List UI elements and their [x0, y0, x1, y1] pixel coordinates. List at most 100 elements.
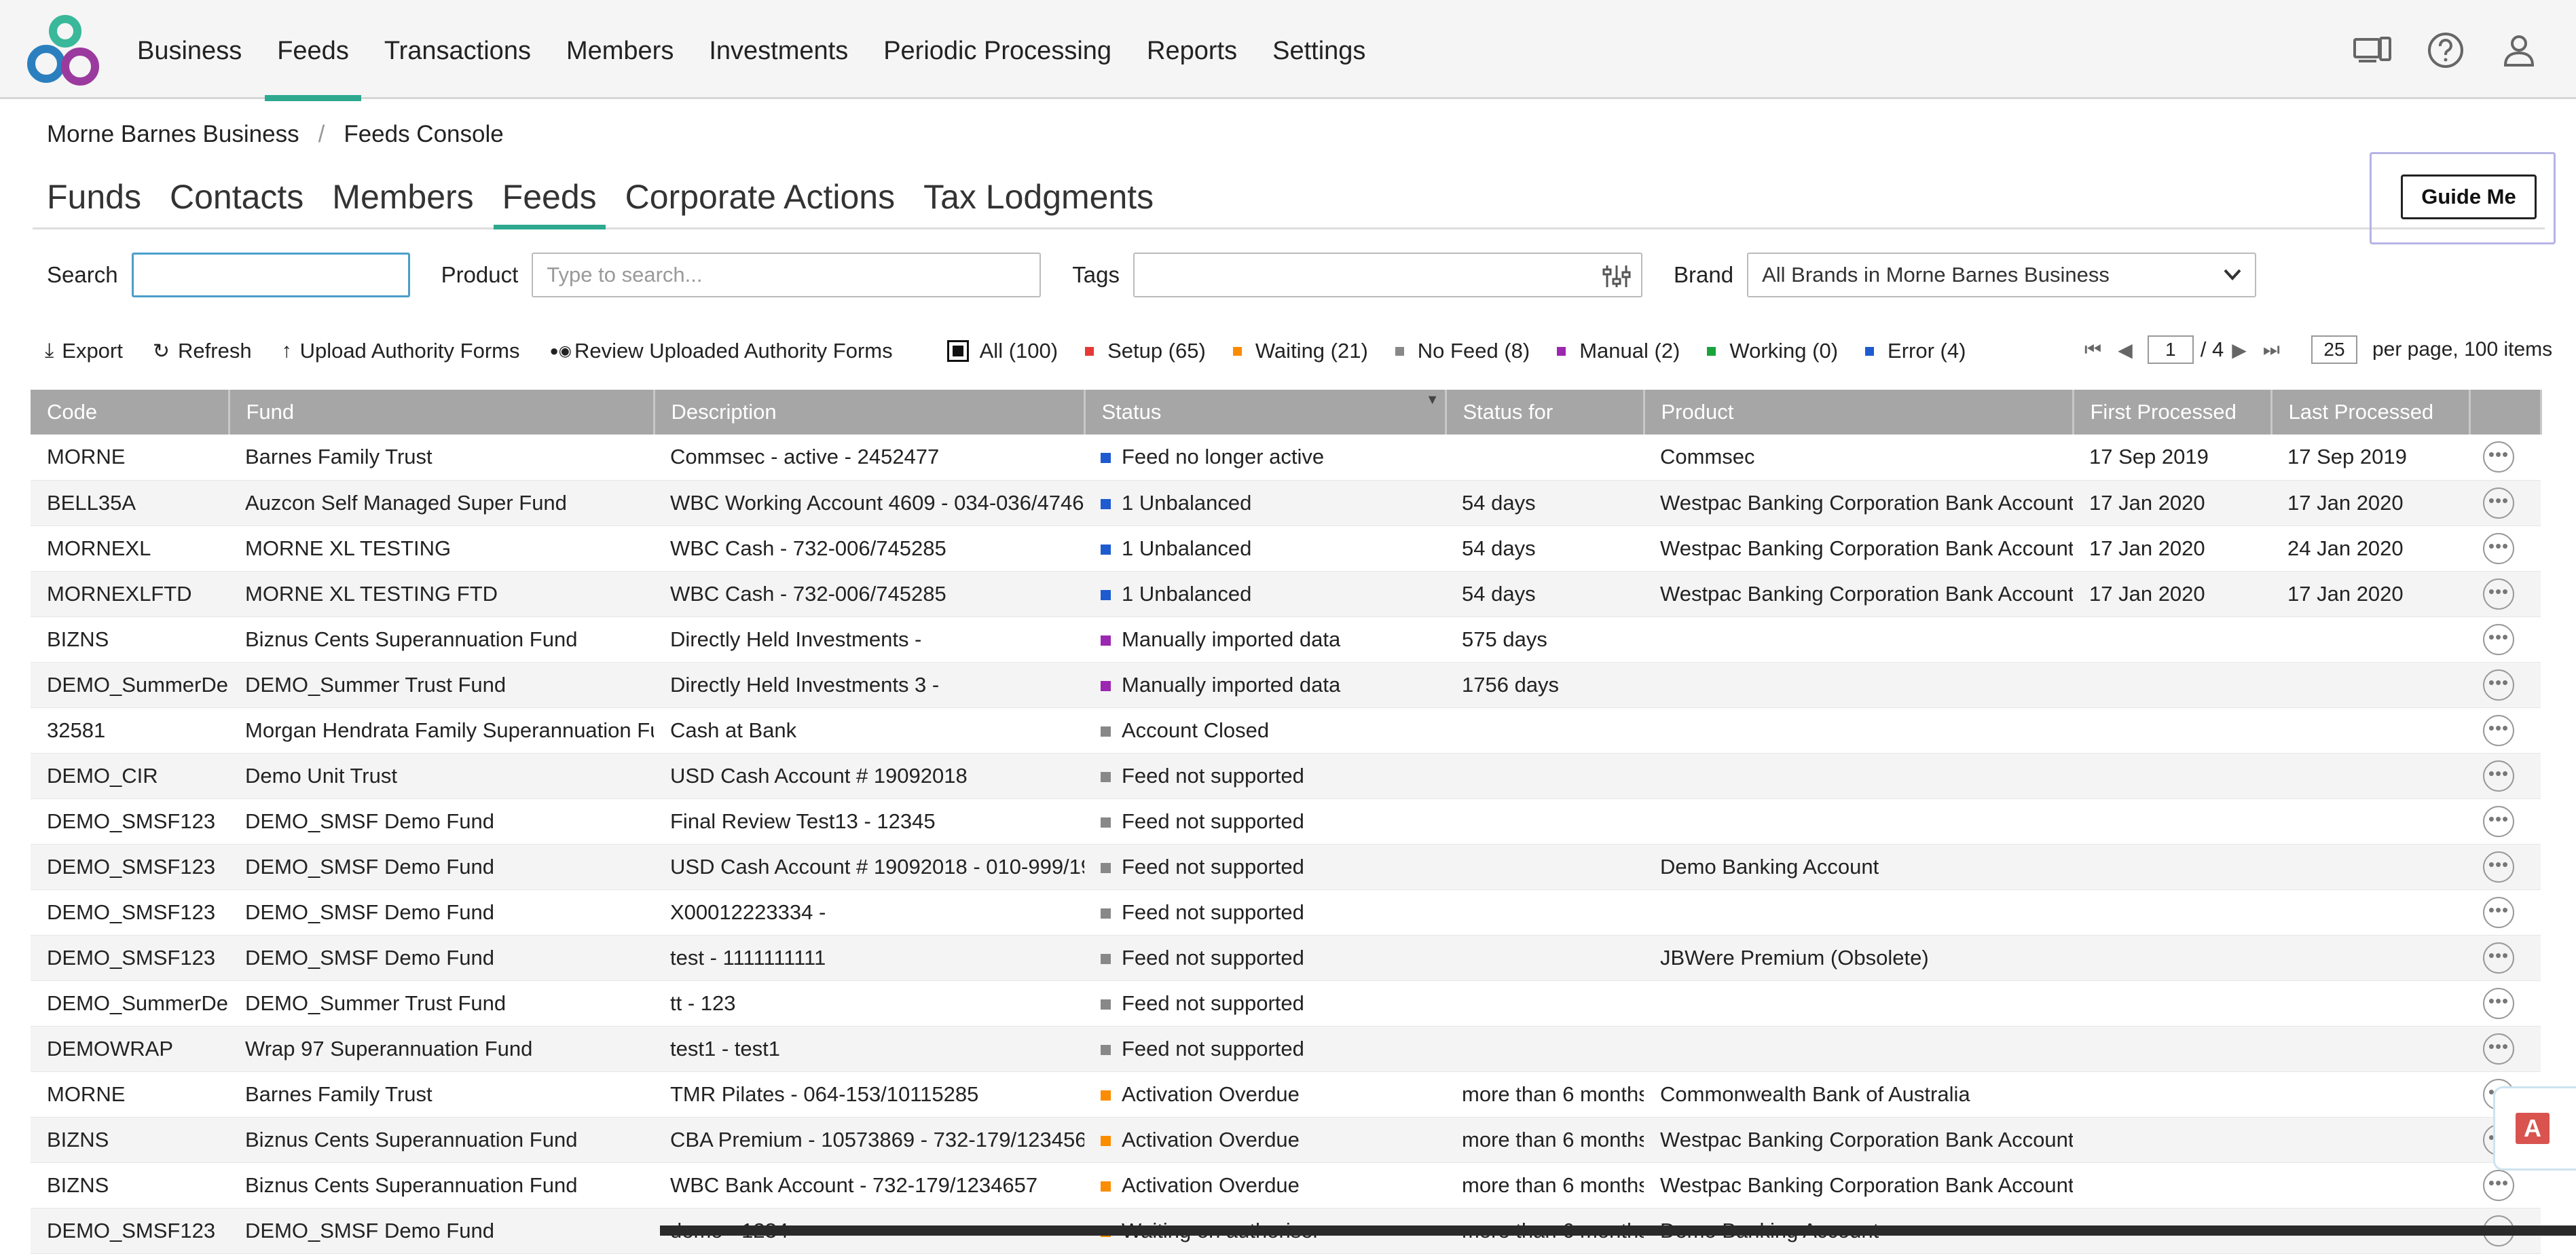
more-options-icon[interactable]: ••• — [2483, 805, 2514, 837]
nav-investments[interactable]: Investments — [691, 0, 866, 99]
status-text: 1 Unbalanced — [1122, 490, 1252, 515]
column-header-status[interactable]: Status ▼ — [1084, 390, 1447, 435]
search-input[interactable] — [131, 253, 410, 297]
nav-business[interactable]: Business — [119, 0, 259, 99]
brand-select-value: All Brands in Morne Barnes Business — [1762, 263, 2110, 287]
filter-settings-icon[interactable] — [1602, 262, 1632, 304]
breadcrumb-root[interactable]: Morne Barnes Business — [47, 121, 299, 147]
help-icon[interactable] — [2425, 30, 2466, 71]
cell-last — [2271, 1026, 2469, 1072]
column-header-last-processed[interactable]: Last Processed — [2271, 390, 2471, 435]
table-row[interactable]: BIZNS Biznus Cents Superannuation Fund WBC… — [31, 1162, 2541, 1209]
first-page-icon[interactable]: ⏮ — [2084, 339, 2101, 361]
tab-members[interactable]: Members — [318, 170, 487, 227]
more-options-icon[interactable]: ••• — [2483, 760, 2514, 792]
table-row[interactable]: BIZNS Biznus Cents Superannuation Fund CBA… — [31, 1117, 2541, 1163]
table-row[interactable]: DEMO_CIR Demo Unit Trust USD Cash Account … — [31, 753, 2541, 799]
brand-select[interactable]: All Brands in Morne Barnes Business — [1747, 253, 2257, 297]
nav-periodic-processing[interactable]: Periodic Processing — [866, 0, 1129, 99]
cell-product: Westpac Banking Corporation Bank Account… — [1644, 1162, 2073, 1209]
floating-assistant-button[interactable]: A — [2493, 1086, 2576, 1170]
last-page-icon[interactable]: ⏭ — [2263, 339, 2280, 361]
status-filter-3[interactable]: No Feed (8) — [1395, 339, 1530, 363]
brand-logo-icon[interactable] — [24, 15, 106, 88]
bottom-scrollbar[interactable] — [660, 1225, 2576, 1236]
review-uploaded-forms-button[interactable]: ●◉ Review Uploaded Authority Forms — [549, 339, 892, 363]
column-header-fund[interactable]: Fund — [229, 390, 655, 435]
table-row[interactable]: MORNEXL MORNE XL TESTING WBC Cash - 732-00… — [31, 525, 2541, 572]
status-filter-label: Setup (65) — [1107, 339, 1206, 363]
product-input[interactable]: Type to search... — [532, 253, 1042, 297]
status-filter-6[interactable]: Error (4) — [1865, 339, 1966, 363]
more-options-icon[interactable]: ••• — [2483, 987, 2514, 1019]
tab-corporate-actions[interactable]: Corporate Actions — [611, 170, 909, 227]
more-options-icon[interactable]: ••• — [2483, 1033, 2514, 1065]
nav-transactions[interactable]: Transactions — [367, 0, 549, 99]
more-options-icon[interactable]: ••• — [2483, 623, 2514, 655]
cell-fund: DEMO_SMSF Demo Fund — [229, 889, 654, 936]
more-options-icon[interactable]: ••• — [2483, 851, 2514, 883]
nav-members[interactable]: Members — [549, 0, 691, 99]
status-dot-icon — [1101, 726, 1111, 737]
tab-feeds[interactable]: Feeds — [488, 170, 611, 229]
table-row[interactable]: DEMOWRAP Wrap 97 Superannuation Fund test1… — [31, 1026, 2541, 1072]
status-filter-0[interactable]: All (100) — [946, 339, 1058, 363]
cell-fund: Morgan Hendrata Family Superannuation Fu… — [229, 707, 654, 754]
user-icon[interactable] — [2499, 30, 2539, 71]
status-filter-4[interactable]: Manual (2) — [1557, 339, 1680, 363]
table-row[interactable]: BELL35A Auzcon Self Managed Super Fund WBC… — [31, 480, 2541, 526]
more-options-icon[interactable]: ••• — [2483, 487, 2514, 519]
table-row[interactable]: 32581 Morgan Hendrata Family Superannuati… — [31, 707, 2541, 754]
table-row[interactable]: MORNE Barnes Family Trust Commsec - active… — [31, 435, 2541, 481]
column-header-first-processed[interactable]: First Processed — [2073, 390, 2273, 435]
more-options-icon[interactable]: ••• — [2483, 942, 2514, 974]
upload-authority-forms-button[interactable]: ↑ Upload Authority Forms — [282, 339, 520, 363]
export-button[interactable]: ⤓ Export — [45, 339, 123, 363]
column-header-code[interactable]: Code — [31, 390, 230, 435]
status-filter-2[interactable]: Waiting (21) — [1232, 339, 1368, 363]
nav-feeds[interactable]: Feeds — [259, 0, 367, 101]
column-header-product[interactable]: Product — [1644, 390, 2074, 435]
page-number-input[interactable]: 1 — [2147, 335, 2194, 364]
cell-description: WBC Bank Account - 732-179/1234657 — [654, 1162, 1084, 1209]
page-summary: per page, 100 items — [2372, 338, 2553, 361]
column-header-description[interactable]: Description — [654, 390, 1086, 435]
filter-bar: Search Product Type to search... Tags Br… — [47, 251, 2257, 299]
table-row[interactable]: MORNEXLFTD MORNE XL TESTING FTD WBC Cash -… — [31, 571, 2541, 617]
tab-tax-lodgments[interactable]: Tax Lodgments — [909, 170, 1168, 227]
cell-fund: DEMO_Summer Trust Fund — [229, 980, 654, 1027]
prev-page-icon[interactable]: ◀ — [2118, 339, 2133, 361]
nav-reports[interactable]: Reports — [1129, 0, 1255, 99]
table-row[interactable]: DEMO_SummerDemoDEMO_Summer Trust Fundtt … — [31, 980, 2541, 1027]
more-options-icon[interactable]: ••• — [2483, 1169, 2514, 1201]
nav-settings[interactable]: Settings — [1255, 0, 1383, 99]
tab-funds[interactable]: Funds — [33, 170, 155, 227]
cell-first — [2073, 889, 2271, 936]
per-page-input[interactable]: 25 — [2311, 335, 2357, 364]
more-options-icon[interactable]: ••• — [2483, 532, 2514, 564]
more-options-icon[interactable]: ••• — [2483, 578, 2514, 610]
status-filter-5[interactable]: Working (0) — [1707, 339, 1838, 363]
guide-me-button[interactable]: Guide Me — [2401, 174, 2537, 219]
more-options-icon[interactable]: ••• — [2483, 669, 2514, 701]
table-row[interactable]: DEMO_SMSF123 DEMO_SMSF Demo Fund USD Cash … — [31, 844, 2541, 890]
cell-status-for: 54 days — [1446, 571, 1644, 617]
more-options-icon[interactable]: ••• — [2483, 714, 2514, 746]
table-row[interactable]: DEMO_SummerDemoDEMO_Summer Trust FundDir… — [31, 662, 2541, 708]
table-row[interactable]: DEMO_SMSF123 DEMO_SMSF Demo Fund X00012223… — [31, 889, 2541, 936]
cell-code: DEMO_SMSF123 — [31, 1208, 229, 1254]
table-row[interactable]: BIZNS Biznus Cents Superannuation Fund Dir… — [31, 616, 2541, 663]
table-row[interactable]: MORNE Barnes Family Trust TMR Pilates - 06… — [31, 1071, 2541, 1118]
next-page-icon[interactable]: ▶ — [2232, 339, 2247, 361]
tags-input[interactable] — [1133, 253, 1643, 297]
devices-icon[interactable] — [2352, 30, 2393, 71]
page-total: / 4 — [2200, 337, 2224, 361]
table-row[interactable]: DEMO_SMSF123 DEMO_SMSF Demo Fund Final Rev… — [31, 798, 2541, 845]
status-filter-1[interactable]: Setup (65) — [1085, 339, 1206, 363]
more-options-icon[interactable]: ••• — [2483, 441, 2514, 473]
more-options-icon[interactable]: ••• — [2483, 896, 2514, 928]
tab-contacts[interactable]: Contacts — [155, 170, 318, 227]
refresh-button[interactable]: ↻ Refresh — [153, 339, 252, 363]
table-row[interactable]: DEMO_SMSF123 DEMO_SMSF Demo Fund test - 11… — [31, 935, 2541, 981]
column-header-status-for[interactable]: Status for — [1446, 390, 1645, 435]
